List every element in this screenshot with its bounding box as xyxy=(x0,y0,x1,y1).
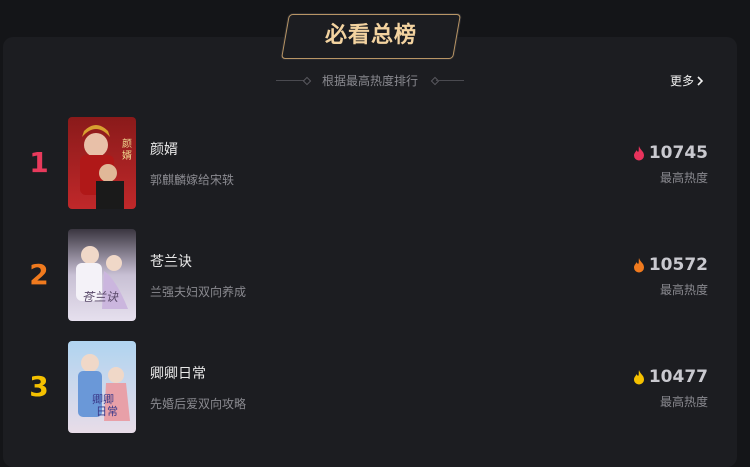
heat-score: 10745 xyxy=(633,143,708,163)
heat-value: 10572 xyxy=(648,255,708,275)
flame-icon xyxy=(633,257,644,272)
heat-score: 10477 xyxy=(633,367,708,387)
rank-number: 3 xyxy=(29,370,49,403)
chevron-right-icon xyxy=(697,76,704,86)
heat-score: 10572 xyxy=(633,255,708,275)
subtitle-diamond-left xyxy=(302,76,312,86)
heat-value: 10477 xyxy=(648,367,708,387)
poster-image[interactable]: 苍兰诀 xyxy=(68,229,136,321)
subtitle-divider-right xyxy=(436,80,464,81)
more-label: 更多 xyxy=(670,74,695,88)
heat-label: 最高热度 xyxy=(659,283,708,297)
drama-title[interactable]: 颜婿 xyxy=(150,139,178,159)
subtitle-row: 根据最高热度排行 xyxy=(270,72,470,90)
rank-number: 1 xyxy=(29,146,49,179)
rank-number: 2 xyxy=(29,258,49,291)
poster-image[interactable]: 卿卿 日常 xyxy=(68,341,136,433)
svg-text:苍兰诀: 苍兰诀 xyxy=(82,290,119,304)
page-title: 必看总榜 xyxy=(324,23,417,48)
heat-label: 最高热度 xyxy=(659,395,708,409)
svg-text:日常: 日常 xyxy=(96,405,118,418)
svg-text:婿: 婿 xyxy=(122,149,132,162)
heat-value: 10745 xyxy=(648,143,708,163)
subtitle-diamond-right xyxy=(430,76,440,86)
drama-title[interactable]: 卿卿日常 xyxy=(150,363,206,383)
drama-description: 先婚后爱双向攻略 xyxy=(150,397,247,411)
more-link[interactable]: 更多 xyxy=(670,72,704,90)
subtitle: 根据最高热度排行 xyxy=(321,74,418,88)
poster-image[interactable]: 颜 婿 xyxy=(68,117,136,209)
ranking-item[interactable]: 3 卿卿 日常 卿卿日常 先婚后爱双向攻略 10477 最高热度 xyxy=(0,341,750,433)
svg-text:颜: 颜 xyxy=(122,137,132,150)
ranking-item[interactable]: 2 苍兰诀 苍兰诀 兰强夫妇双向养成 10572 最高热度 xyxy=(0,229,750,321)
flame-icon xyxy=(633,369,644,384)
heat-label: 最高热度 xyxy=(659,171,708,185)
ranking-item[interactable]: 1 颜 婿 颜婿 郭麒麟嫁给宋轶 10745 最高热度 xyxy=(0,117,750,209)
drama-description: 郭麒麟嫁给宋轶 xyxy=(150,173,235,187)
drama-description: 兰强夫妇双向养成 xyxy=(150,285,247,299)
flame-icon xyxy=(633,145,644,160)
subtitle-divider-left xyxy=(276,80,304,81)
drama-title[interactable]: 苍兰诀 xyxy=(150,251,192,271)
